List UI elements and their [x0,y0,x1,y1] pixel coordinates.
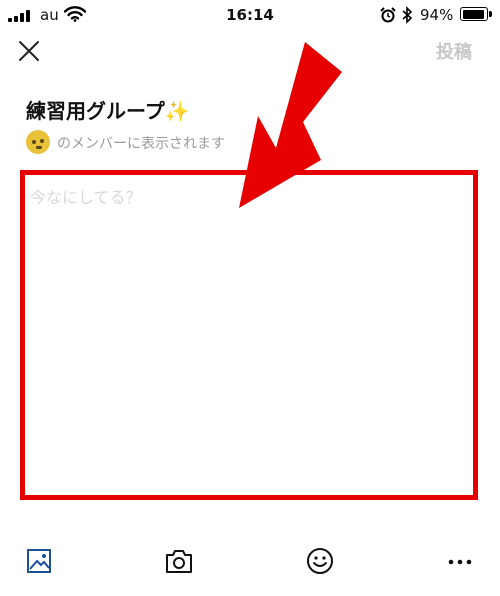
status-bar: au 16:14 94% [0,0,500,30]
bluetooth-icon [402,6,413,24]
image-icon[interactable] [25,546,55,576]
group-name: 練習用グループ✨ [26,99,190,123]
post-composer [20,170,478,500]
smiley-icon[interactable] [305,546,335,576]
close-icon[interactable] [14,36,44,66]
post-button[interactable]: 投稿 [436,38,472,64]
more-icon[interactable] [445,546,475,576]
battery-icon [460,7,492,21]
post-text-input[interactable] [25,175,473,495]
alarm-icon [380,7,396,23]
avatar [26,130,50,154]
camera-icon[interactable] [164,546,194,576]
visibility-note: のメンバーに表示されます [57,136,225,152]
battery-percentage: 94% [420,6,454,24]
